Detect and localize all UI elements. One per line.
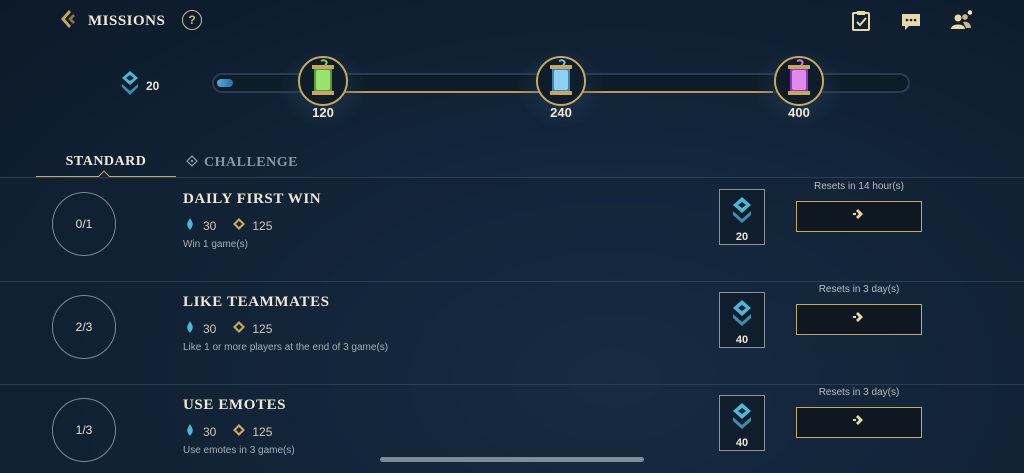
reset-timer: Resets in 3 day(s) bbox=[818, 387, 900, 398]
blue-essence-icon bbox=[183, 423, 203, 440]
milestone-400[interactable]: 400 bbox=[754, 48, 844, 128]
go-button[interactable] bbox=[796, 304, 922, 335]
gold-token-icon bbox=[232, 217, 252, 234]
go-arrow-icon bbox=[852, 207, 866, 226]
reset-timer: Resets in 14 hour(s) bbox=[813, 181, 905, 192]
mission-row: 0/1 DAILY FIRST WIN 30 125 Win 1 game(s)… bbox=[0, 179, 1024, 282]
reset-timer: Resets in 3 day(s) bbox=[818, 284, 900, 295]
clipboard-check-icon[interactable] bbox=[850, 10, 872, 32]
diamond-icon bbox=[186, 154, 204, 172]
milestone-120[interactable]: 120 bbox=[278, 48, 368, 128]
milestone-label: 120 bbox=[312, 105, 334, 120]
gold-token-icon bbox=[232, 320, 252, 337]
mission-progress-counter: 0/1 bbox=[52, 192, 116, 256]
mission-description: Use emotes in 3 game(s) bbox=[183, 445, 295, 456]
gold-token-amount: 125 bbox=[252, 321, 273, 336]
help-button[interactable]: ? bbox=[182, 10, 202, 30]
tab-challenge[interactable]: CHALLENGE bbox=[186, 148, 298, 178]
mission-points-display: 20 bbox=[120, 70, 159, 101]
mission-points-icon bbox=[731, 190, 753, 229]
blue-essence-amount: 30 bbox=[203, 218, 217, 233]
go-button[interactable] bbox=[796, 201, 922, 232]
blue-capsule-icon bbox=[543, 58, 579, 104]
mission-progress-counter: 2/3 bbox=[52, 295, 116, 359]
go-arrow-icon bbox=[852, 310, 866, 329]
mission-points-icon bbox=[120, 70, 140, 101]
gold-token-amount: 125 bbox=[252, 424, 273, 439]
tabs-divider bbox=[0, 177, 1024, 178]
chat-icon[interactable] bbox=[900, 10, 922, 32]
mission-points-icon bbox=[731, 396, 753, 435]
page-title: MISSIONS bbox=[88, 12, 166, 29]
mission-point-reward: 20 bbox=[719, 189, 765, 245]
mission-progress-counter: 1/3 bbox=[52, 398, 116, 462]
tab-standard[interactable]: STANDARD bbox=[36, 148, 176, 182]
mission-title: LIKE TEAMMATES bbox=[183, 294, 330, 310]
blue-essence-amount: 30 bbox=[203, 424, 217, 439]
mission-title: USE EMOTES bbox=[183, 397, 287, 413]
friends-icon[interactable] bbox=[950, 10, 973, 32]
mission-point-reward: 40 bbox=[719, 395, 765, 451]
mission-points-value: 20 bbox=[146, 78, 160, 93]
mission-description: Like 1 or more players at the end of 3 g… bbox=[183, 342, 389, 353]
mission-point-reward: 40 bbox=[719, 292, 765, 348]
mission-row: 2/3 LIKE TEAMMATES 30 125 Like 1 or more… bbox=[0, 282, 1024, 385]
blue-essence-icon bbox=[183, 217, 203, 234]
mission-tabs: STANDARD CHALLENGE bbox=[36, 148, 298, 182]
blue-essence-amount: 30 bbox=[203, 321, 217, 336]
header-bar: MISSIONS ? bbox=[0, 0, 1024, 42]
help-icon: ? bbox=[188, 13, 196, 27]
blue-essence-icon bbox=[183, 320, 203, 337]
mission-title: DAILY FIRST WIN bbox=[183, 191, 322, 207]
back-button[interactable]: MISSIONS bbox=[58, 8, 166, 34]
gold-token-icon bbox=[232, 423, 252, 440]
gold-token-amount: 125 bbox=[252, 218, 273, 233]
milestone-240[interactable]: 240 bbox=[516, 48, 606, 128]
back-icon bbox=[58, 8, 80, 35]
go-arrow-icon bbox=[852, 413, 866, 432]
go-button[interactable] bbox=[796, 407, 922, 438]
milestone-label: 240 bbox=[550, 105, 572, 120]
progress-fill bbox=[217, 79, 233, 87]
mission-points-icon bbox=[731, 293, 753, 332]
mission-description: Win 1 game(s) bbox=[183, 239, 249, 250]
green-capsule-icon bbox=[305, 58, 341, 104]
home-indicator[interactable] bbox=[380, 457, 644, 462]
milestone-label: 400 bbox=[788, 105, 810, 120]
purple-capsule-icon bbox=[781, 58, 817, 104]
